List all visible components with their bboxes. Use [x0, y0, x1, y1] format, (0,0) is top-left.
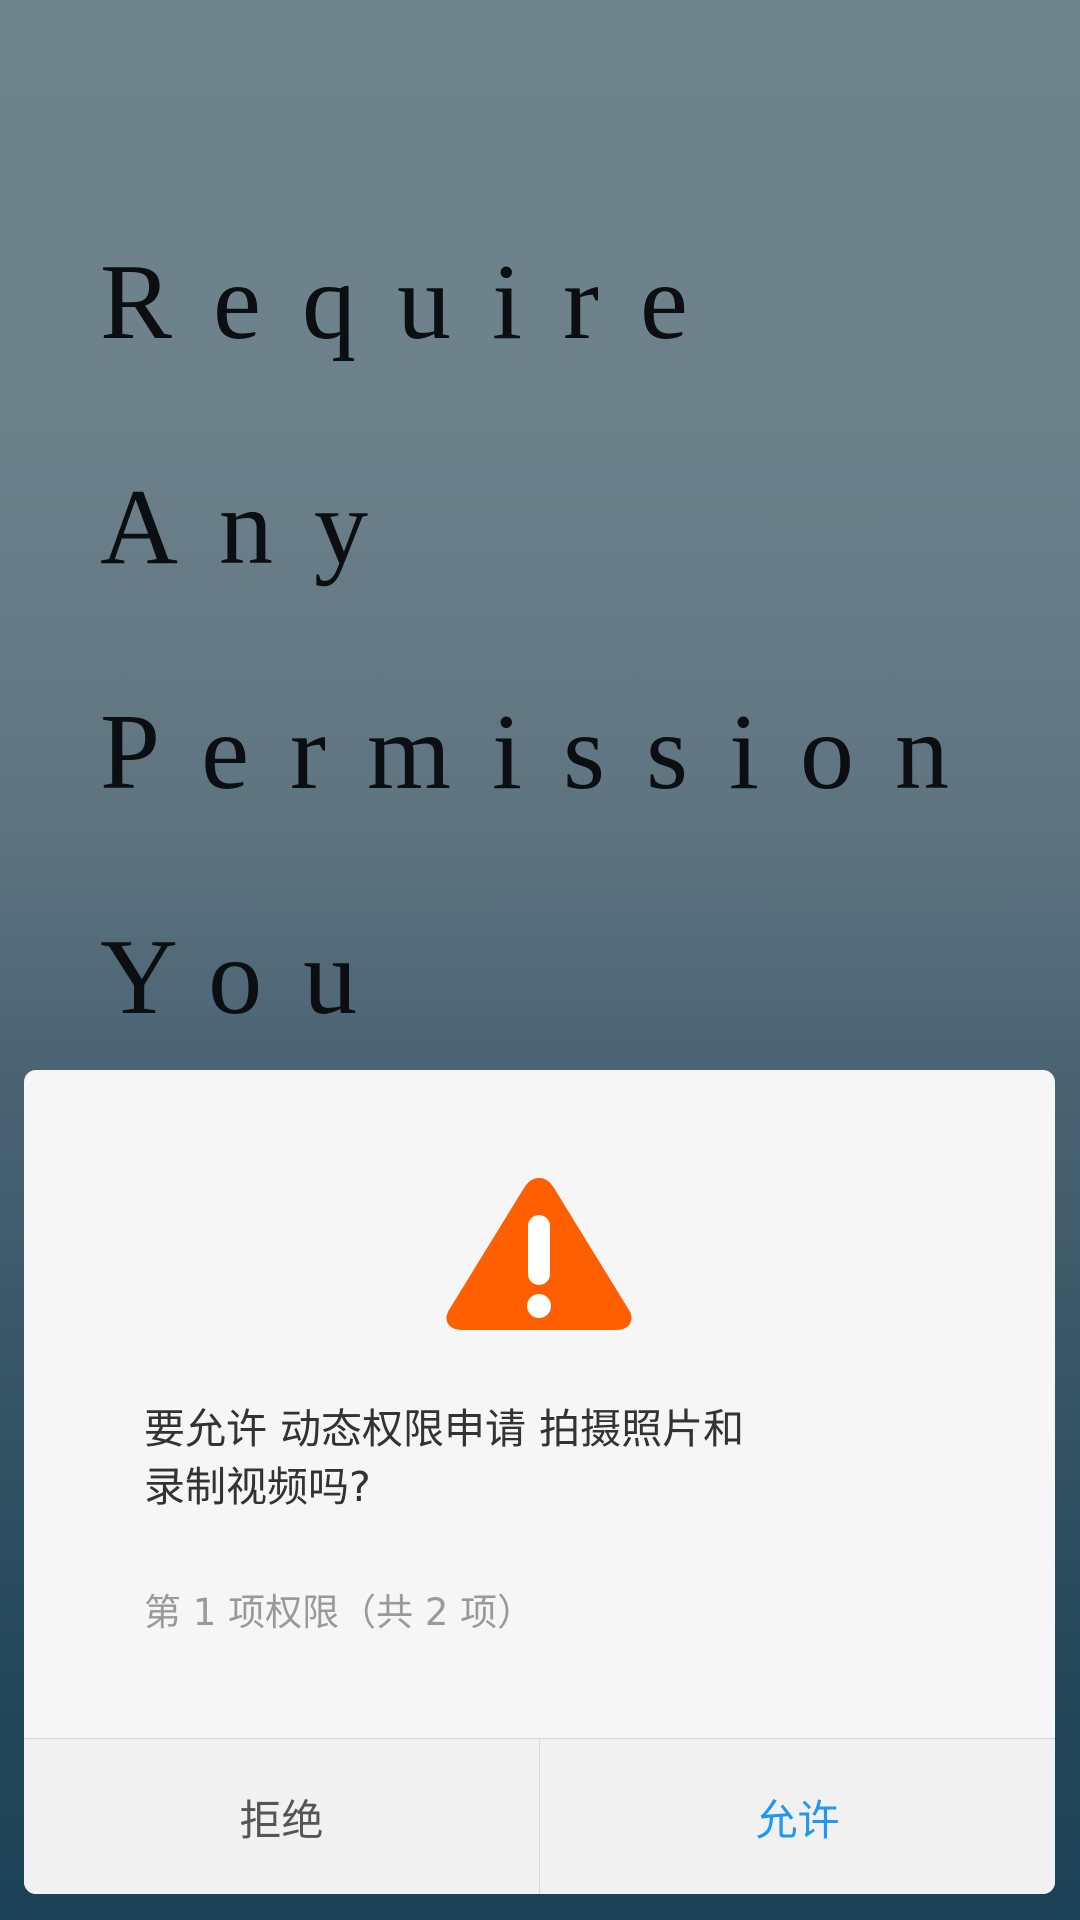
permission-dialog: 要允许 动态权限申请 拍摄照片和 录制视频吗? 第 1 项权限（共 2 项） 拒… — [24, 1070, 1055, 1894]
background-word: Any — [100, 468, 409, 587]
permission-message-line1: 要允许 动态权限申请 拍摄照片和 — [144, 1405, 745, 1453]
deny-button[interactable]: 拒绝 — [24, 1739, 540, 1894]
background-word: Require — [100, 243, 729, 362]
background-text: Require Any Permission You — [100, 190, 990, 1090]
allow-button[interactable]: 允许 — [540, 1739, 1055, 1894]
permission-message-line2: 录制视频吗? — [144, 1463, 371, 1511]
background-word: You — [100, 918, 399, 1037]
permission-message: 要允许 动态权限申请 拍摄照片和 录制视频吗? — [144, 1400, 824, 1516]
permission-counter: 第 1 项权限（共 2 项） — [144, 1591, 535, 1634]
background-word: Permission — [100, 693, 991, 812]
dialog-button-bar: 拒绝 允许 — [24, 1738, 1055, 1894]
warning-triangle-icon — [446, 1178, 632, 1330]
